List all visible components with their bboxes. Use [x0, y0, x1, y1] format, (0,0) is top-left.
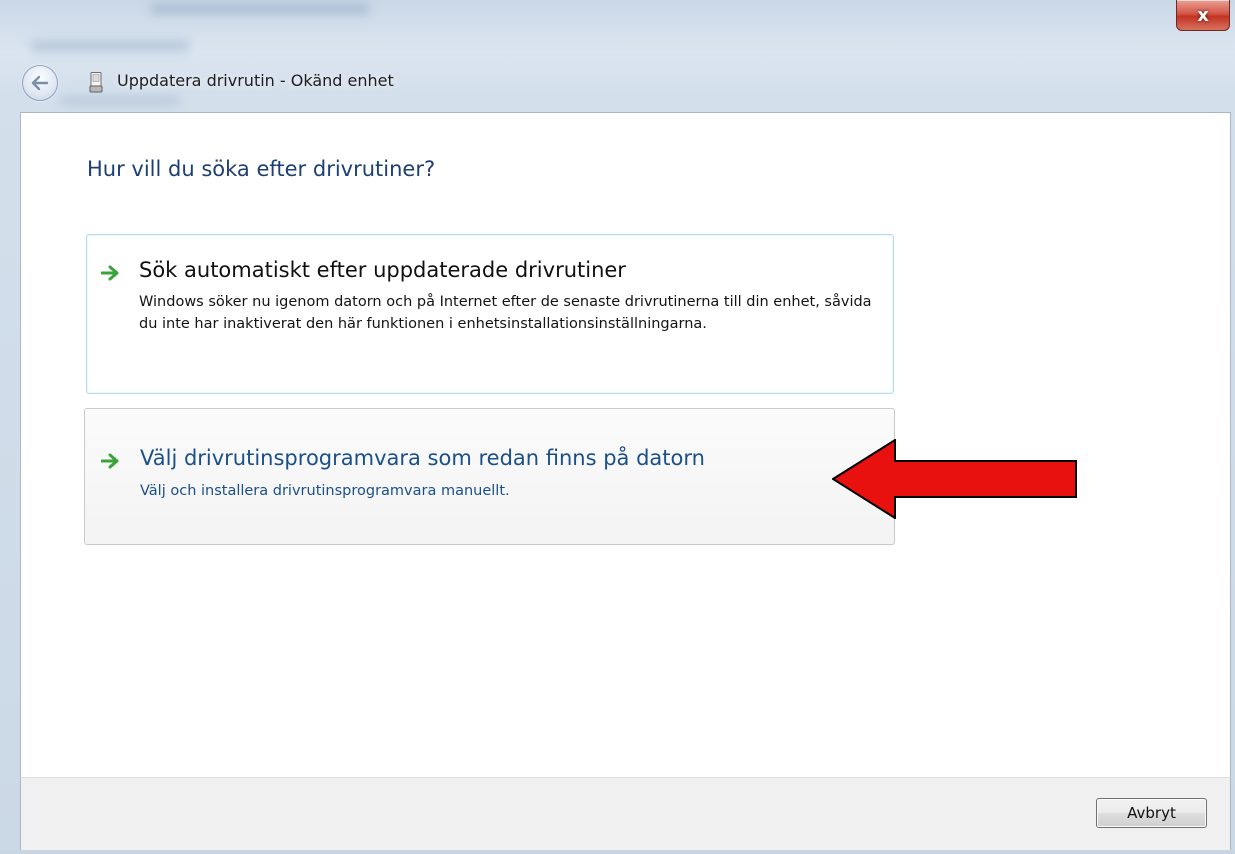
red-pointer-arrow — [832, 439, 1077, 519]
page-heading: Hur vill du söka efter drivrutiner? — [87, 157, 436, 181]
glass-background-detail — [150, 4, 370, 14]
window-frame: x Uppdatera drivrutin - Okänd enhet Hur … — [0, 0, 1235, 854]
option-title: Sök automatiskt efter uppdaterade drivru… — [139, 258, 626, 282]
close-icon: x — [1197, 4, 1209, 26]
cancel-button[interactable]: Avbryt — [1096, 798, 1207, 828]
window-bottom-border — [0, 850, 1235, 854]
window-title: Uppdatera drivrutin - Okänd enhet — [117, 71, 394, 90]
close-button[interactable]: x — [1176, 0, 1230, 31]
unknown-device-icon — [89, 72, 103, 93]
wizard-footer: Avbryt — [20, 777, 1231, 851]
option-description: Windows söker nu igenom datorn och på In… — [139, 294, 872, 332]
green-arrow-icon — [101, 265, 119, 281]
glass-background-detail — [30, 40, 190, 52]
browse-driver-software-option[interactable]: Välj drivrutinsprogramvara som redan fin… — [84, 408, 895, 545]
option-description: Välj och installera drivrutinsprogramvar… — [140, 483, 510, 499]
option-title: Välj drivrutinsprogramvara som redan fin… — [140, 446, 705, 470]
back-arrow-icon — [31, 75, 49, 91]
back-button[interactable] — [22, 65, 58, 101]
search-automatically-option[interactable]: Sök automatiskt efter uppdaterade drivru… — [86, 234, 894, 394]
green-arrow-icon — [101, 453, 119, 469]
glass-background-detail — [60, 96, 180, 106]
